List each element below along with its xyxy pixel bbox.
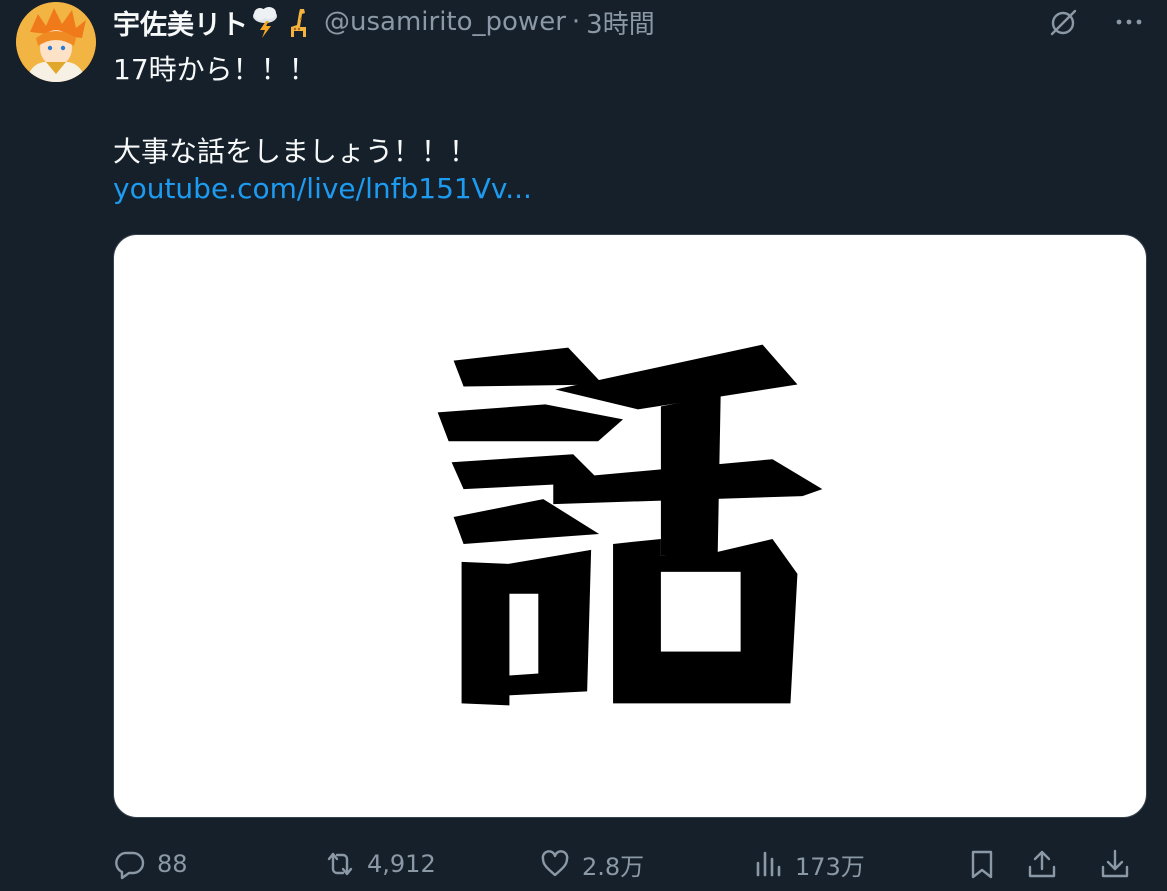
tweet-text-line: 大事な話をしましょう！！！	[113, 135, 478, 168]
avatar[interactable]	[16, 2, 96, 82]
heart-icon	[541, 850, 569, 877]
reply-icon	[115, 851, 145, 880]
reply-button[interactable]: 88	[113, 840, 188, 888]
media-kanji-image	[437, 344, 823, 706]
tweet-header: 宇佐美リト @usamirito_power · 3時間	[113, 2, 655, 42]
tweet: 宇佐美リト @usamirito_power · 3時間 17時から！！！ 大事…	[0, 0, 1167, 891]
tweet-top-actions	[1045, 4, 1147, 40]
download-button[interactable]	[1098, 840, 1132, 888]
download-icon	[1101, 849, 1129, 878]
handle[interactable]: @usamirito_power	[324, 7, 566, 37]
bookmark-icon	[971, 850, 993, 879]
tweet-text-line: 17時から！！！	[113, 53, 317, 86]
display-name[interactable]: 宇佐美リト	[113, 3, 248, 42]
separator-dot: ·	[571, 7, 581, 37]
grok-icon[interactable]	[1045, 4, 1081, 40]
retweet-icon	[327, 852, 353, 876]
like-count: 2.8万	[582, 852, 645, 881]
tweet-link[interactable]: youtube.com/live/lnfb151Vv...	[113, 172, 532, 205]
retweet-button[interactable]: 4,912	[323, 840, 436, 888]
cloud-lightning-emoji	[250, 5, 280, 39]
views-count: 173万	[795, 852, 865, 881]
tweet-actions: 88 4,912 2.8万 173万	[113, 840, 1129, 888]
like-button[interactable]: 2.8万	[538, 840, 644, 888]
retweet-count: 4,912	[367, 850, 436, 878]
avatar-image	[16, 2, 96, 82]
analytics-icon	[756, 851, 781, 877]
reply-count: 88	[157, 850, 188, 878]
views-button[interactable]: 173万	[751, 840, 865, 888]
more-icon[interactable]	[1111, 4, 1147, 40]
giraffe-emoji	[282, 5, 312, 39]
timestamp[interactable]: 3時間	[586, 4, 655, 41]
tweet-media-image[interactable]	[113, 234, 1147, 818]
bookmark-button[interactable]	[965, 840, 999, 888]
share-icon	[1028, 850, 1056, 878]
share-button[interactable]	[1025, 840, 1059, 888]
